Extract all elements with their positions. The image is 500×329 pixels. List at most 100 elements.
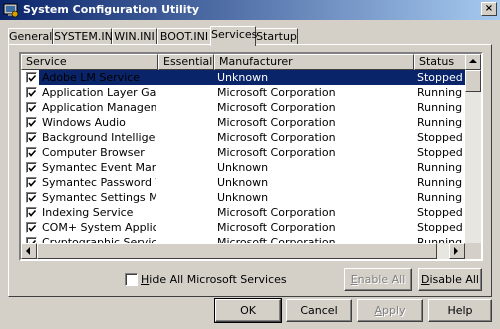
checkmark-icon [28, 224, 37, 232]
checkmark-icon [28, 74, 37, 82]
cancel-button[interactable]: Cancel [286, 299, 352, 322]
table-row[interactable]: Symantec Password Vali... Unknown Running [21, 175, 468, 190]
service-checkbox[interactable] [26, 87, 37, 98]
hide-ms-checkbox-box[interactable] [125, 273, 138, 286]
service-essential [158, 205, 214, 220]
service-checkbox[interactable] [26, 72, 37, 83]
service-name: Background Intelligent T... [42, 131, 156, 144]
service-checkbox[interactable] [26, 192, 37, 203]
service-manufacturer: Microsoft Corporation [217, 221, 336, 234]
arrow-up-icon [469, 59, 477, 63]
checkmark-icon [28, 134, 37, 142]
checkmark-icon [28, 164, 37, 172]
service-name: Symantec Password Vali... [42, 176, 156, 189]
table-row[interactable]: Symantec Settings Mana... Unknown Running [21, 190, 468, 205]
service-name: Application Layer Gatew... [42, 86, 156, 99]
service-essential [158, 85, 214, 100]
column-manufacturer[interactable]: Manufacturer [214, 54, 414, 70]
service-status: Running [417, 116, 463, 129]
tab-general[interactable]: General [8, 28, 53, 45]
row-checkbox-cell [21, 115, 39, 130]
row-checkbox-cell [21, 100, 39, 115]
table-row[interactable]: Application Layer Gatew... Microsoft Corp… [21, 85, 468, 100]
table-row[interactable]: Indexing Service Microsoft Corporation Sto… [21, 205, 468, 220]
scroll-up-button[interactable] [465, 54, 481, 70]
vertical-scrollbar[interactable] [465, 54, 481, 259]
service-status: Stopped [417, 146, 463, 159]
service-essential [158, 175, 214, 190]
service-status: Stopped [417, 206, 463, 219]
tab-services[interactable]: Services [210, 26, 257, 46]
row-checkbox-cell [21, 175, 39, 190]
service-manufacturer: Microsoft Corporation [217, 206, 336, 219]
title-bar[interactable]: System Configuration Utility × [0, 0, 500, 20]
service-manufacturer: Microsoft Corporation [217, 101, 336, 114]
service-manufacturer: Unknown [217, 176, 269, 189]
row-checkbox-cell [21, 160, 39, 175]
scrollbar-corner [465, 243, 481, 259]
column-essential[interactable]: Essential [158, 54, 214, 70]
row-checkbox-cell [21, 205, 39, 220]
vertical-scroll-thumb[interactable] [465, 70, 481, 92]
service-name: Adobe LM Service [42, 71, 141, 84]
service-name: Computer Browser [42, 146, 145, 159]
system-config-window: System Configuration Utility × General S… [0, 0, 500, 329]
table-row[interactable]: Adobe LM Service Unknown Stopped [21, 70, 468, 85]
service-essential [158, 190, 214, 205]
apply-button[interactable]: Apply [357, 299, 423, 322]
table-row[interactable]: Windows Audio Microsoft Corporation Runnin… [21, 115, 468, 130]
service-checkbox[interactable] [26, 102, 37, 113]
service-manufacturer: Microsoft Corporation [217, 146, 336, 159]
service-status: Stopped [414, 70, 468, 85]
arrow-right-icon [454, 247, 458, 255]
service-checkbox[interactable] [26, 132, 37, 143]
service-checkbox[interactable] [26, 162, 37, 173]
horizontal-scroll-thumb[interactable] [37, 243, 437, 259]
disable-all-button[interactable]: Disable All [418, 268, 482, 291]
checkmark-icon [28, 104, 37, 112]
tab-system-ini[interactable]: SYSTEM.INI [53, 28, 116, 45]
service-status: Running [417, 176, 463, 189]
tab-startup[interactable]: Startup [255, 28, 298, 45]
row-checkbox-cell [21, 85, 39, 100]
service-manufacturer: Unknown [217, 161, 269, 174]
service-checkbox[interactable] [26, 117, 37, 128]
checkmark-icon [28, 119, 37, 127]
column-service[interactable]: Service [21, 54, 158, 70]
column-status[interactable]: Status [414, 54, 468, 70]
ok-button[interactable]: OK [214, 298, 282, 323]
table-row[interactable]: Application Management Microsoft Corporat… [21, 100, 468, 115]
row-checkbox-cell [21, 130, 39, 145]
hide-ms-label[interactable]: Hide All Microsoft Services [141, 272, 287, 287]
tab-win-ini[interactable]: WIN.INI [112, 28, 157, 45]
service-checkbox[interactable] [26, 147, 37, 158]
service-essential [158, 115, 214, 130]
service-essential [158, 70, 214, 85]
services-list[interactable]: Service Essential Manufacturer Status Ad… [19, 52, 483, 261]
service-status: Stopped [417, 131, 463, 144]
scroll-left-button[interactable] [21, 243, 37, 259]
service-name: Symantec Event Manager [42, 161, 156, 174]
service-status: Running [417, 86, 463, 99]
table-row[interactable]: Symantec Event Manager Unknown Running [21, 160, 468, 175]
row-checkbox-cell [21, 190, 39, 205]
close-button[interactable]: × [481, 2, 497, 16]
horizontal-scrollbar[interactable] [21, 243, 465, 259]
service-checkbox[interactable] [26, 222, 37, 233]
scroll-right-button[interactable] [449, 243, 465, 259]
table-row[interactable]: Background Intelligent T... Microsoft Cor… [21, 130, 468, 145]
row-checkbox-cell [21, 220, 39, 235]
row-checkbox-cell [21, 70, 39, 85]
enable-all-button[interactable]: Enable All [344, 268, 412, 291]
service-status: Running [417, 191, 463, 204]
help-button[interactable]: Help [428, 299, 492, 322]
service-manufacturer: Microsoft Corporation [217, 116, 336, 129]
service-name: Windows Audio [42, 116, 126, 129]
service-checkbox[interactable] [26, 177, 37, 188]
tab-boot-ini[interactable]: BOOT.INI [157, 28, 211, 45]
checkmark-icon [28, 209, 37, 217]
service-status: Running [417, 161, 463, 174]
table-row[interactable]: COM+ System Application Microsoft Corpora… [21, 220, 468, 235]
table-row[interactable]: Computer Browser Microsoft Corporation Sto… [21, 145, 468, 160]
service-checkbox[interactable] [26, 207, 37, 218]
